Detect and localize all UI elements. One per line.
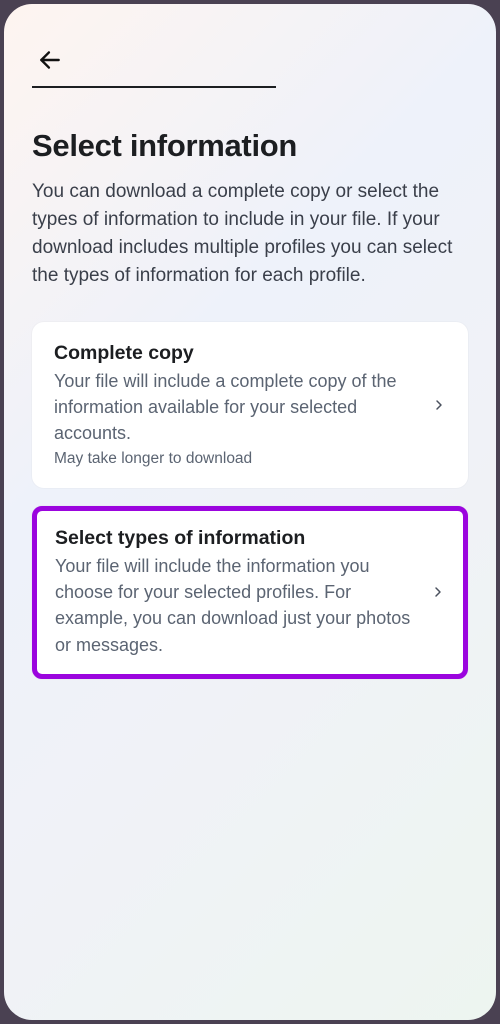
content: Select information You can download a co… xyxy=(4,100,496,679)
header-divider xyxy=(32,86,276,88)
header xyxy=(4,4,496,100)
option-description: Your file will include a complete copy o… xyxy=(54,368,420,446)
option-title: Select types of information xyxy=(55,527,419,550)
option-complete-copy[interactable]: Complete copy Your file will include a c… xyxy=(32,322,468,488)
chevron-right-icon xyxy=(428,394,450,416)
chevron-right-icon xyxy=(427,581,449,603)
page-title: Select information xyxy=(32,128,468,164)
option-note: May take longer to download xyxy=(54,450,420,468)
option-select-types[interactable]: Select types of information Your file wi… xyxy=(32,506,468,678)
screen: Select information You can download a co… xyxy=(4,4,496,1020)
arrow-left-icon xyxy=(37,47,63,73)
back-button[interactable] xyxy=(32,42,68,78)
card-body: Complete copy Your file will include a c… xyxy=(54,342,428,468)
option-description: Your file will include the information y… xyxy=(55,553,419,657)
page-description: You can download a complete copy or sele… xyxy=(32,178,468,290)
card-body: Select types of information Your file wi… xyxy=(55,527,427,657)
option-title: Complete copy xyxy=(54,342,420,365)
